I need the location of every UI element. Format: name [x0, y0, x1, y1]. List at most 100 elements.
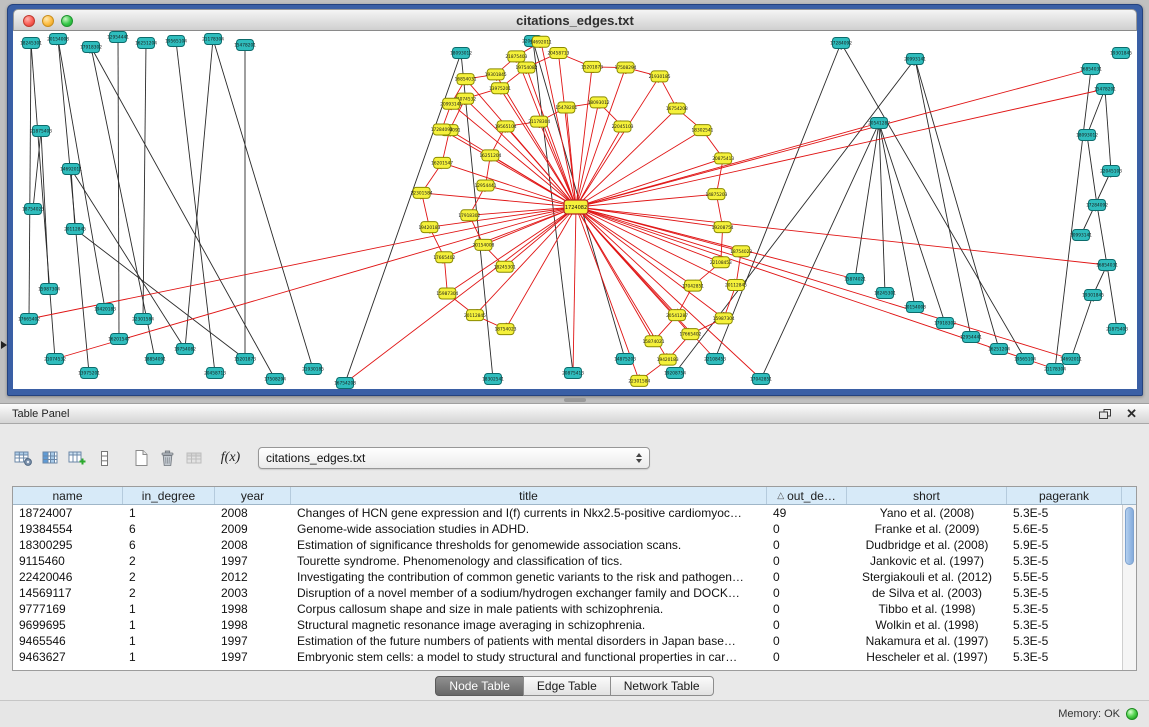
- cell-short[interactable]: Yano et al. (2008): [847, 505, 1007, 521]
- column-header-year[interactable]: year: [215, 487, 291, 504]
- cell-in_degree[interactable]: 1: [123, 505, 215, 521]
- cell-in_degree[interactable]: 6: [123, 537, 215, 553]
- column-header-pagerank[interactable]: pagerank: [1007, 487, 1122, 504]
- import-table-icon[interactable]: [181, 445, 208, 471]
- cell-name[interactable]: 9699695: [13, 617, 123, 633]
- cell-in_degree[interactable]: 1: [123, 633, 215, 649]
- cell-title[interactable]: Disruption of a novel member of a sodium…: [291, 585, 767, 601]
- cell-out_degree[interactable]: 0: [767, 585, 847, 601]
- cell-out_degree[interactable]: 49: [767, 505, 847, 521]
- column-header-name[interactable]: name: [13, 487, 123, 504]
- cell-short[interactable]: Franke et al. (2009): [847, 521, 1007, 537]
- cell-short[interactable]: Dudbridge et al. (2008): [847, 537, 1007, 553]
- vertical-scrollbar[interactable]: [1122, 505, 1136, 670]
- cell-in_degree[interactable]: 1: [123, 649, 215, 665]
- cell-in_degree[interactable]: 6: [123, 521, 215, 537]
- cell-out_degree[interactable]: 0: [767, 649, 847, 665]
- cell-name[interactable]: 18724007: [13, 505, 123, 521]
- table-row[interactable]: 946362711997Embryonic stem cells: a mode…: [13, 649, 1122, 665]
- cell-out_degree[interactable]: 0: [767, 521, 847, 537]
- cell-title[interactable]: Estimation of the future numbers of pati…: [291, 633, 767, 649]
- table-row[interactable]: 1872400712008Changes of HCN gene express…: [13, 505, 1122, 521]
- cell-in_degree[interactable]: 2: [123, 569, 215, 585]
- cell-out_degree[interactable]: 0: [767, 617, 847, 633]
- cell-pagerank[interactable]: 5.3E-5: [1007, 633, 1122, 649]
- cell-name[interactable]: 9777169: [13, 601, 123, 617]
- cell-pagerank[interactable]: 5.3E-5: [1007, 553, 1122, 569]
- cell-title[interactable]: Tourette syndrome. Phenomenology and cla…: [291, 553, 767, 569]
- cell-pagerank[interactable]: 5.3E-5: [1007, 617, 1122, 633]
- cell-title[interactable]: Estimation of significance thresholds fo…: [291, 537, 767, 553]
- close-window-button[interactable]: [23, 15, 35, 27]
- cell-title[interactable]: Changes of HCN gene expression and I(f) …: [291, 505, 767, 521]
- cell-out_degree[interactable]: 0: [767, 569, 847, 585]
- function-builder-icon[interactable]: f(x): [217, 445, 244, 471]
- cell-pagerank[interactable]: 5.3E-5: [1007, 649, 1122, 665]
- cell-year[interactable]: 2009: [215, 521, 291, 537]
- show-side-panel-arrow-icon[interactable]: [1, 341, 7, 349]
- new-table-icon[interactable]: [127, 445, 154, 471]
- cell-name[interactable]: 9463627: [13, 649, 123, 665]
- cell-name[interactable]: 19384554: [13, 521, 123, 537]
- tab-network-table[interactable]: Network Table: [610, 676, 714, 696]
- cell-title[interactable]: Embryonic stem cells: a model to study s…: [291, 649, 767, 665]
- cell-name[interactable]: 14569117: [13, 585, 123, 601]
- cell-in_degree[interactable]: 2: [123, 553, 215, 569]
- cell-in_degree[interactable]: 2: [123, 585, 215, 601]
- cell-name[interactable]: 18300295: [13, 537, 123, 553]
- table-row[interactable]: 911546021997Tourette syndrome. Phenomeno…: [13, 553, 1122, 569]
- cell-short[interactable]: Tibbo et al. (1998): [847, 601, 1007, 617]
- cell-year[interactable]: 1997: [215, 553, 291, 569]
- cell-pagerank[interactable]: 5.9E-5: [1007, 537, 1122, 553]
- cell-pagerank[interactable]: 5.3E-5: [1007, 505, 1122, 521]
- cell-pagerank[interactable]: 5.3E-5: [1007, 585, 1122, 601]
- cell-name[interactable]: 22420046: [13, 569, 123, 585]
- column-header-title[interactable]: title: [291, 487, 767, 504]
- cell-short[interactable]: Jankovic et al. (1997): [847, 553, 1007, 569]
- cell-year[interactable]: 2003: [215, 585, 291, 601]
- table-row[interactable]: 1830029562008Estimation of significance …: [13, 537, 1122, 553]
- cell-year[interactable]: 2008: [215, 505, 291, 521]
- scrollbar-thumb[interactable]: [1125, 507, 1134, 565]
- network-canvas[interactable]: 1824530120154008179183021295444116251204…: [13, 31, 1137, 389]
- tab-node-table[interactable]: Node Table: [435, 676, 524, 696]
- network-window-titlebar[interactable]: citations_edges.txt: [13, 9, 1137, 31]
- cell-name[interactable]: 9465546: [13, 633, 123, 649]
- cell-short[interactable]: Wolkin et al. (1998): [847, 617, 1007, 633]
- cell-pagerank[interactable]: 5.5E-5: [1007, 569, 1122, 585]
- memory-status-indicator[interactable]: [1126, 708, 1138, 720]
- cell-year[interactable]: 1998: [215, 617, 291, 633]
- table-settings-icon[interactable]: [10, 445, 37, 471]
- cell-year[interactable]: 2012: [215, 569, 291, 585]
- cell-year[interactable]: 1997: [215, 649, 291, 665]
- cell-out_degree[interactable]: 0: [767, 601, 847, 617]
- cell-title[interactable]: Corpus callosum shape and size in male p…: [291, 601, 767, 617]
- cell-out_degree[interactable]: 0: [767, 553, 847, 569]
- cell-title[interactable]: Structural magnetic resonance image aver…: [291, 617, 767, 633]
- row-tools-icon[interactable]: [91, 445, 118, 471]
- cell-title[interactable]: Genome-wide association studies in ADHD.: [291, 521, 767, 537]
- table-row[interactable]: 969969511998Structural magnetic resonanc…: [13, 617, 1122, 633]
- cell-pagerank[interactable]: 5.6E-5: [1007, 521, 1122, 537]
- cell-short[interactable]: Stergiakouli et al. (2012): [847, 569, 1007, 585]
- zoom-window-button[interactable]: [61, 15, 73, 27]
- minimize-window-button[interactable]: [42, 15, 54, 27]
- network-svg[interactable]: 1824530120154008179183021295444116251204…: [13, 31, 1137, 389]
- show-columns-icon[interactable]: [37, 445, 64, 471]
- float-panel-icon[interactable]: [1098, 408, 1112, 420]
- cell-short[interactable]: de Silva et al. (2003): [847, 585, 1007, 601]
- cell-in_degree[interactable]: 1: [123, 617, 215, 633]
- cell-short[interactable]: Nakamura et al. (1997): [847, 633, 1007, 649]
- cell-year[interactable]: 1998: [215, 601, 291, 617]
- cell-pagerank[interactable]: 5.3E-5: [1007, 601, 1122, 617]
- cell-title[interactable]: Investigating the contribution of common…: [291, 569, 767, 585]
- cell-short[interactable]: Hescheler et al. (1997): [847, 649, 1007, 665]
- table-selector-dropdown[interactable]: citations_edges.txt: [258, 447, 650, 469]
- panel-splitter[interactable]: [0, 396, 1149, 403]
- table-row[interactable]: 1456911722003Disruption of a novel membe…: [13, 585, 1122, 601]
- column-header-in_degree[interactable]: in_degree: [123, 487, 215, 504]
- table-row[interactable]: 946554611997Estimation of the future num…: [13, 633, 1122, 649]
- column-header-out_degree[interactable]: △out_de…: [767, 487, 847, 504]
- cell-name[interactable]: 9115460: [13, 553, 123, 569]
- tab-edge-table[interactable]: Edge Table: [523, 676, 611, 696]
